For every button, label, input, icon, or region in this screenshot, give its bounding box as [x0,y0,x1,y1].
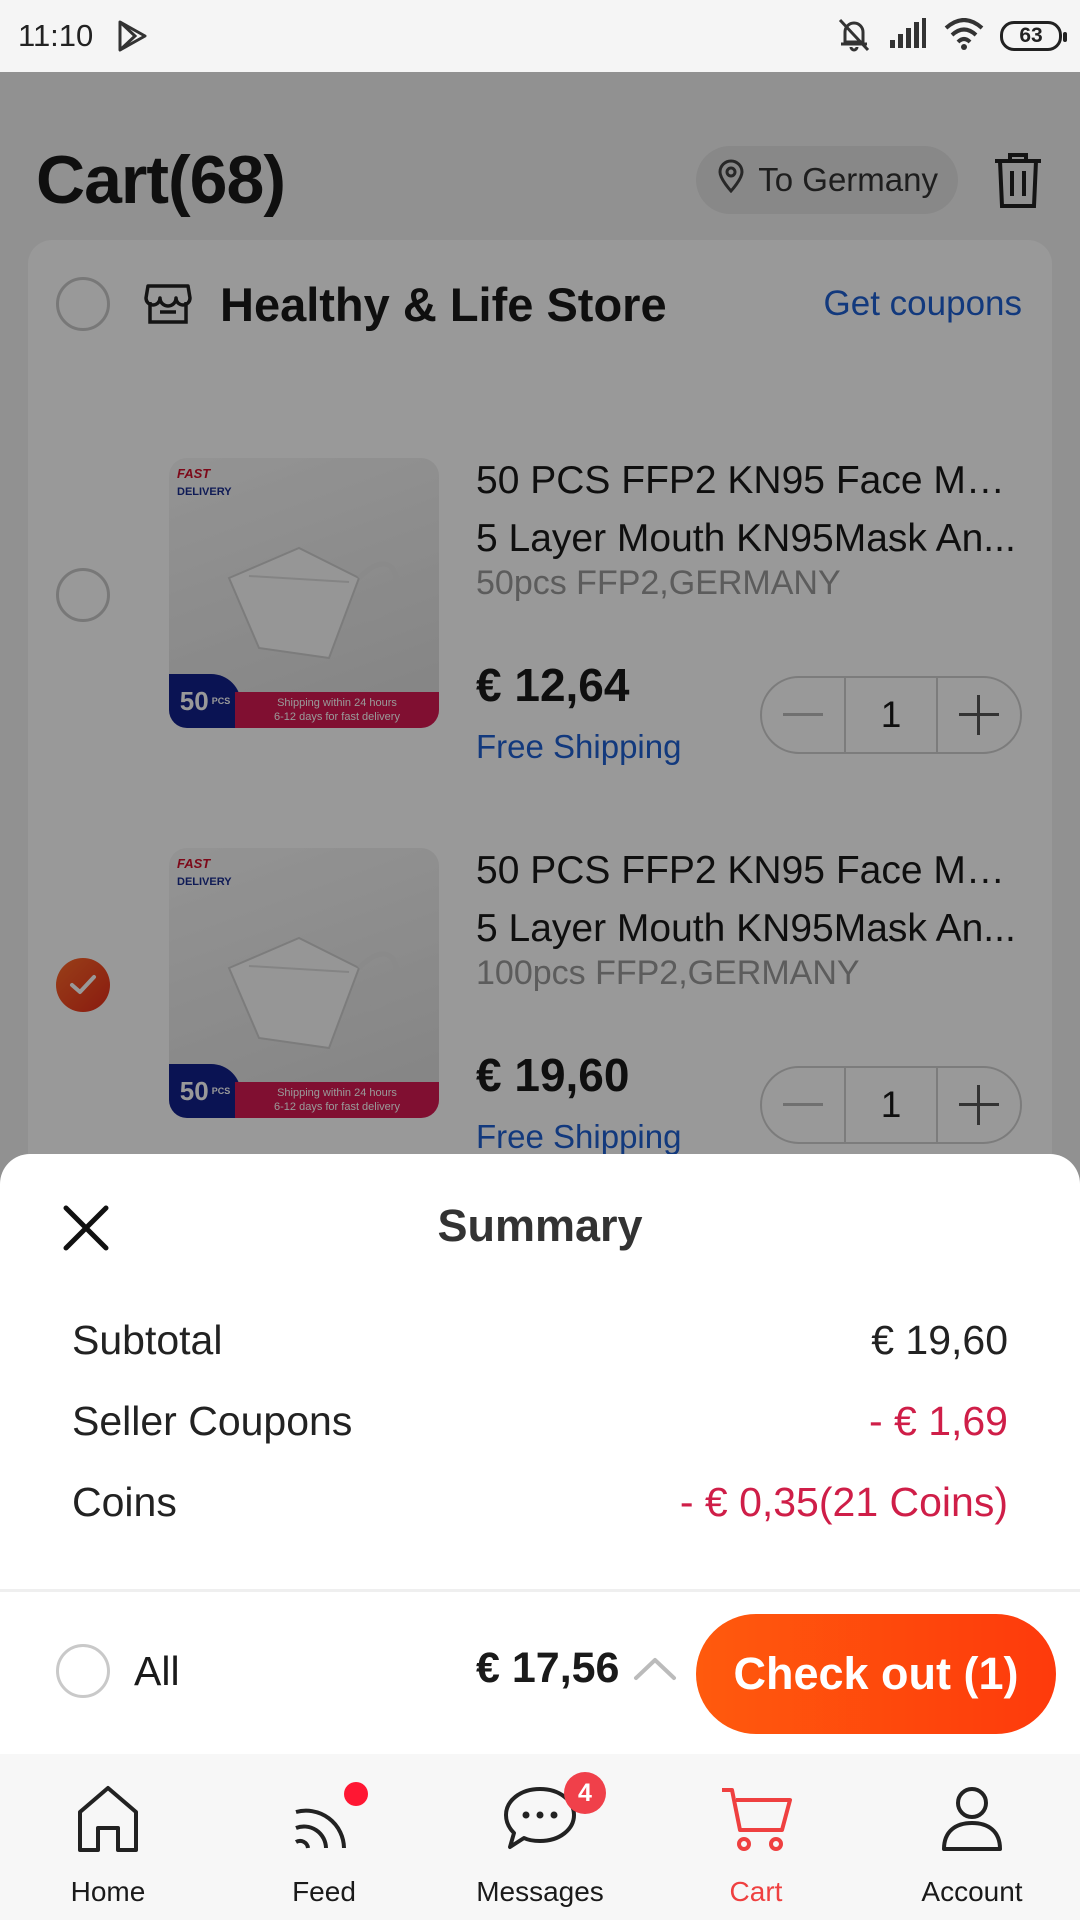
notification-dot [344,1782,368,1806]
summary-value: € 19,60 [871,1316,1008,1363]
summary-label: Seller Coupons [72,1397,353,1444]
summary-header: Summary [0,1154,1080,1304]
home-icon [74,1778,142,1858]
messages-badge: 4 [564,1772,606,1814]
checkout-button[interactable]: Check out (1) [696,1614,1056,1734]
summary-value: - € 1,69 [868,1397,1008,1444]
mute-bell-icon [836,16,872,57]
chevron-up-icon[interactable] [632,1654,678,1682]
select-all-label[interactable]: All [134,1648,180,1695]
tab-label: Account [921,1876,1023,1907]
tab-cart[interactable]: Cart [648,1754,864,1920]
summary-row-subtotal: Subtotal € 19,60 [72,1310,1008,1370]
summary-row-coins: Coins - € 0,35(21 Coins) [72,1472,1008,1532]
checkout-bar: All € 17,56 Check out (1) [0,1592,1080,1754]
play-store-icon [115,19,149,53]
summary-label: Coins [72,1478,177,1525]
status-bar: 11:10 63 [0,0,1080,72]
signal-icon [888,17,928,55]
tab-label: Messages [476,1876,604,1907]
feed-icon [290,1778,368,1858]
account-icon [940,1778,1004,1858]
summary-row-seller-coupons: Seller Coupons - € 1,69 [72,1391,1008,1451]
wifi-icon [944,17,984,55]
summary-value: - € 0,35(21 Coins) [679,1478,1008,1525]
summary-title: Summary [437,1200,643,1251]
messages-icon: 4 [502,1772,606,1858]
tab-account[interactable]: Account [864,1754,1080,1920]
select-all-radio[interactable] [56,1644,110,1698]
tab-label: Cart [729,1876,783,1907]
tab-home[interactable]: Home [0,1754,216,1920]
total-price: € 17,56 [476,1644,620,1692]
status-time: 11:10 [18,18,94,53]
bottom-tab-bar: Home Feed 4 Messages Cart Account [0,1754,1080,1920]
tab-feed[interactable]: Feed [216,1754,432,1920]
cart-icon [718,1778,794,1858]
tab-label: Home [70,1876,146,1907]
tab-label: Feed [292,1876,356,1907]
summary-sheet: Summary Subtotal € 19,60 Seller Coupons … [0,1154,1080,1920]
summary-label: Subtotal [72,1316,223,1363]
battery-indicator: 63 [1000,21,1067,51]
tab-messages[interactable]: 4 Messages [432,1754,648,1920]
